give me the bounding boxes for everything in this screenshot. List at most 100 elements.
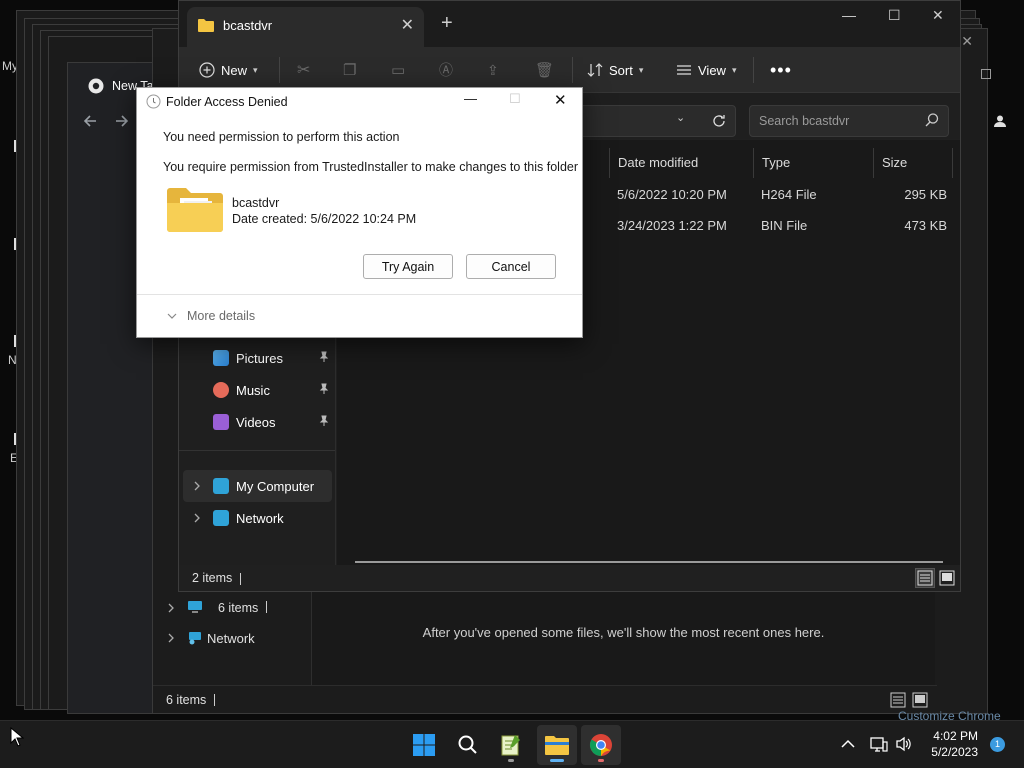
nav-item-label: Videos xyxy=(236,414,276,430)
music-icon xyxy=(213,382,229,398)
pin-icon[interactable] xyxy=(318,415,330,430)
file-size: 295 KB xyxy=(904,187,947,202)
chevron-right-icon[interactable] xyxy=(167,603,175,613)
item-count: 2 items xyxy=(192,571,233,585)
chevron-down-icon[interactable] xyxy=(167,312,177,320)
network-status-icon[interactable] xyxy=(870,735,888,753)
title-bar: bcastdvr ✕ + — ☐ ✕ xyxy=(179,1,960,47)
chevron-up-icon[interactable] xyxy=(841,739,855,749)
status-divider xyxy=(214,694,215,706)
pin-icon[interactable] xyxy=(318,351,330,366)
nav-item-network[interactable]: Network xyxy=(183,502,332,534)
status-bar: 2 items xyxy=(179,565,960,591)
file-date: 3/24/2023 1:22 PM xyxy=(617,218,727,233)
nav-item-my-computer[interactable]: My Computer xyxy=(183,470,332,502)
view-button[interactable]: View ▾ xyxy=(676,47,736,93)
nav-divider xyxy=(179,450,335,451)
file-size: 473 KB xyxy=(904,218,947,233)
chrome-icon xyxy=(88,78,104,94)
notification-badge[interactable]: 1 xyxy=(990,737,1005,752)
chevron-right-icon[interactable] xyxy=(193,513,201,523)
notepad-icon xyxy=(501,735,520,756)
window-fragment xyxy=(981,69,991,79)
mouse-cursor-icon xyxy=(10,727,24,747)
chrome-icon xyxy=(590,734,612,756)
back-arrow-icon[interactable] xyxy=(82,113,98,129)
cancel-button[interactable]: Cancel xyxy=(466,254,556,279)
empty-recent-message: After you've opened some files, we'll sh… xyxy=(422,625,825,640)
column-header-date[interactable]: Date modified xyxy=(609,148,753,178)
folder-access-denied-dialog[interactable]: Folder Access Denied — ☐ ✕ You need perm… xyxy=(136,87,583,338)
running-indicator xyxy=(598,759,604,762)
close-icon[interactable]: ✕ xyxy=(554,91,567,109)
plus-circle-icon xyxy=(199,62,215,78)
details-view-icon[interactable] xyxy=(890,692,906,708)
folder-icon xyxy=(198,19,214,32)
horizontal-scrollbar[interactable] xyxy=(355,561,943,563)
status-divider xyxy=(240,573,241,585)
search-placeholder: Search bcastdvr xyxy=(759,114,850,128)
address-bar[interactable]: ⌄ xyxy=(579,105,736,137)
refresh-icon[interactable] xyxy=(711,113,727,129)
chevron-down-icon: ▾ xyxy=(638,64,644,75)
more-options-icon[interactable]: ••• xyxy=(770,47,792,93)
chevron-right-icon[interactable] xyxy=(167,633,175,643)
search-input[interactable]: Search bcastdvr xyxy=(749,105,949,137)
tab-bcastdvr[interactable]: bcastdvr ✕ xyxy=(187,7,424,47)
more-details-toggle[interactable]: More details xyxy=(187,309,255,323)
sort-label: Sort xyxy=(609,62,633,78)
tiles-view-button[interactable] xyxy=(937,568,957,588)
dialog-detail-message: You require permission from TrustedInsta… xyxy=(163,160,579,174)
minimize-icon[interactable]: — xyxy=(464,91,477,106)
view-label: View xyxy=(698,62,726,78)
file-type: BIN File xyxy=(761,218,808,233)
try-again-button[interactable]: Try Again xyxy=(363,254,453,279)
tiles-view-icon[interactable] xyxy=(912,692,928,708)
chevron-down-icon: ▾ xyxy=(253,64,258,75)
nav-item-network[interactable]: Network xyxy=(207,631,255,646)
profile-icon[interactable] xyxy=(993,114,1007,128)
view-icon xyxy=(677,65,691,75)
pin-icon[interactable] xyxy=(318,383,330,398)
toolbar-divider xyxy=(572,57,573,83)
network-icon xyxy=(213,510,229,526)
sort-button[interactable]: Sort ▾ xyxy=(587,47,643,93)
file-type: H264 File xyxy=(761,187,817,202)
details-view-icon xyxy=(917,570,933,586)
forward-arrow-icon[interactable] xyxy=(114,113,130,129)
pictures-icon xyxy=(213,350,229,366)
minimize-icon[interactable]: — xyxy=(842,7,856,23)
tab-title: bcastdvr xyxy=(223,18,273,33)
details-view-button[interactable] xyxy=(915,568,935,588)
chevron-down-icon: ▾ xyxy=(731,64,737,75)
back-status-bar: 6 items xyxy=(153,685,937,713)
network-icon xyxy=(189,632,201,645)
clock[interactable]: 4:02 PM 5/2/2023 xyxy=(931,728,978,760)
new-tab-button[interactable]: + xyxy=(441,13,453,33)
nav-item-videos[interactable]: Videos xyxy=(183,406,332,438)
running-indicator xyxy=(508,759,514,762)
maximize-icon: ☐ xyxy=(509,91,521,106)
close-icon[interactable]: ✕ xyxy=(932,7,944,24)
column-header-size[interactable]: Size xyxy=(873,148,953,178)
start-button[interactable] xyxy=(404,725,444,765)
new-label: New xyxy=(221,62,248,78)
column-header-type[interactable]: Type xyxy=(753,148,873,178)
close-tab-icon[interactable]: ✕ xyxy=(401,15,414,35)
computer-icon xyxy=(188,601,202,613)
volume-icon[interactable] xyxy=(895,736,913,752)
taskbar-app-file-explorer[interactable] xyxy=(537,725,577,765)
nav-item-music[interactable]: Music xyxy=(183,374,332,406)
nav-item-label: Network xyxy=(236,510,284,526)
nav-item-pictures[interactable]: Pictures xyxy=(183,342,332,374)
chevron-down-icon[interactable]: ⌄ xyxy=(676,111,685,124)
close-icon[interactable]: ✕ xyxy=(961,33,973,50)
folder-name: bcastdvr xyxy=(232,196,280,210)
chevron-right-icon[interactable] xyxy=(193,481,201,491)
maximize-icon[interactable]: ☐ xyxy=(888,7,901,24)
taskbar-app-notepad[interactable] xyxy=(491,725,531,765)
search-button[interactable] xyxy=(448,725,488,765)
status-text: 6 items xyxy=(166,693,207,707)
clock-time: 4:02 PM xyxy=(933,729,978,743)
taskbar-app-chrome[interactable] xyxy=(581,725,621,765)
